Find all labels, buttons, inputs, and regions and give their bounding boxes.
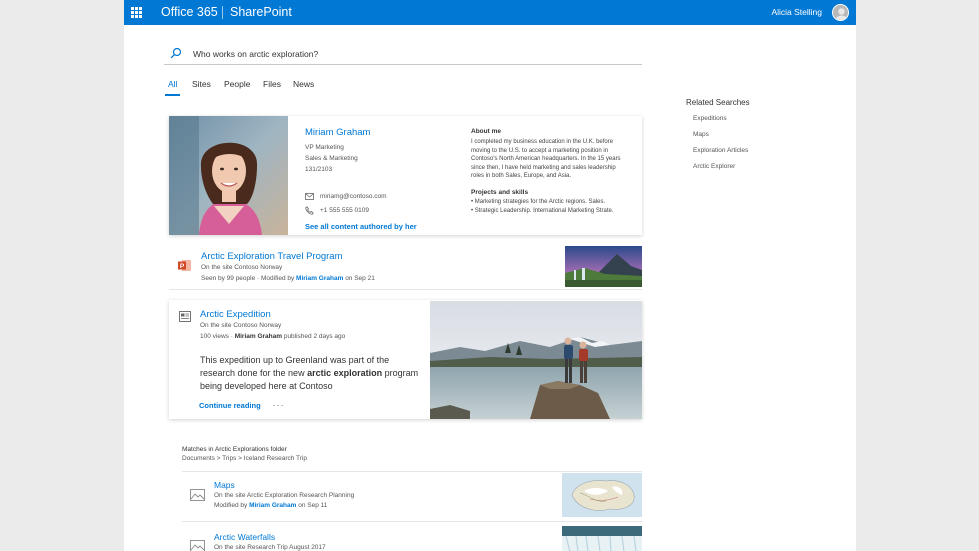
sharepoint-page: Office 365 SharePoint Alicia Stelling Al… [124, 0, 856, 551]
result-thumbnail[interactable] [565, 246, 642, 287]
file-title[interactable]: Arctic Waterfalls [214, 532, 514, 542]
app-launcher-icon[interactable] [124, 0, 149, 25]
person-email-row[interactable]: miriamg@contoso.com [305, 189, 465, 203]
search-icon[interactable] [170, 47, 182, 59]
search-result-row[interactable]: P Arctic Exploration Travel Program On t… [169, 243, 642, 290]
continue-reading-link[interactable]: Continue reading [199, 401, 261, 410]
result-text: Arctic Exploration Travel Program On the… [201, 251, 541, 284]
person-email: miriamg@contoso.com [320, 192, 387, 200]
news-icon [179, 311, 191, 322]
news-actions: Continue reading ··· [199, 400, 285, 410]
divider [182, 471, 642, 472]
related-searches-title: Related Searches [686, 98, 750, 107]
file-text: Maps On the site Arctic Exploration Rese… [214, 480, 514, 511]
image-file-icon [190, 489, 205, 501]
file-text: Arctic Waterfalls On the site Research T… [214, 532, 514, 551]
folder-matches-header: Matches in Arctic Explorations folder Do… [182, 446, 307, 462]
user-name[interactable]: Alicia Stelling [771, 0, 822, 25]
news-site: On the site Contoso Norway [200, 322, 282, 329]
file-thumbnail[interactable] [562, 473, 642, 517]
related-search-link[interactable]: Exploration Articles [693, 147, 836, 163]
person-office: 131/2103 [305, 166, 333, 173]
tab-news[interactable]: News [293, 78, 314, 96]
app-name[interactable]: SharePoint [230, 0, 292, 25]
person-department: Sales & Marketing [305, 155, 358, 162]
phone-icon [305, 205, 314, 215]
person-details: Miriam Graham VP Marketing Sales & Marke… [305, 127, 465, 231]
person-phone: +1 555 555 0109 [320, 206, 369, 214]
news-summary: This expedition up to Greenland was part… [200, 355, 419, 391]
skills-title: Projects and skills [471, 188, 529, 196]
breadcrumb[interactable]: Documents > Trips > Iceland Research Tri… [182, 455, 307, 462]
related-search-link[interactable]: Arctic Explorer [693, 163, 836, 179]
person-name[interactable]: Miriam Graham [305, 127, 465, 138]
about-section: About me I completed my business educati… [471, 128, 629, 215]
tab-people[interactable]: People [224, 78, 250, 96]
about-line: roles in both Sales, Europe, and Asia. [471, 173, 572, 180]
related-search-link[interactable]: Maps [693, 131, 836, 147]
about-line: I completed my business education in the… [471, 139, 614, 145]
result-author-link[interactable]: Miriam Graham [296, 275, 343, 282]
file-title[interactable]: Maps [214, 480, 514, 490]
office-365-brand[interactable]: Office 365 [161, 0, 218, 25]
news-title[interactable]: Arctic Expedition [200, 309, 420, 320]
file-thumbnail[interactable] [562, 526, 642, 551]
news-card[interactable]: Arctic Expedition On the site Contoso No… [169, 300, 642, 419]
news-meta: 100 views · Miriam Graham published 2 da… [200, 333, 346, 340]
file-meta: Modified by Miriam Graham on Sep 11 [214, 502, 328, 509]
person-photo[interactable] [169, 116, 288, 235]
svg-text:P: P [180, 263, 185, 270]
person-card[interactable]: Miriam Graham VP Marketing Sales & Marke… [169, 116, 642, 235]
user-avatar[interactable] [832, 4, 849, 21]
result-title[interactable]: Arctic Exploration Travel Program [201, 251, 541, 262]
image-file-icon [190, 540, 205, 551]
about-title: About me [471, 128, 501, 135]
folder-matches-title: Matches in Arctic Explorations folder [182, 446, 287, 453]
search-input[interactable] [193, 46, 633, 62]
news-image[interactable] [430, 301, 642, 419]
file-result-row[interactable]: Maps On the site Arctic Exploration Rese… [182, 473, 642, 521]
search-box [164, 44, 642, 65]
suite-bar: Office 365 SharePoint Alicia Stelling [124, 0, 856, 25]
tab-files[interactable]: Files [263, 78, 281, 96]
person-phone-row[interactable]: +1 555 555 0109 [305, 203, 465, 217]
related-search-link[interactable]: Expeditions [693, 115, 836, 131]
tab-all[interactable]: All [164, 78, 182, 96]
related-searches: Related Searches Expeditions Maps Explor… [686, 98, 836, 179]
about-line: moving to the U.S. to accept a marketing… [471, 147, 609, 154]
about-line: Contoso's North American headquarters. I… [471, 156, 621, 163]
result-meta: Seen by 99 people · Modified by Miriam G… [201, 275, 375, 282]
news-author[interactable]: Miriam Graham [235, 333, 282, 340]
about-line: since then, I have held marketing and sa… [471, 164, 616, 171]
file-site: On the site Arctic Exploration Research … [214, 492, 355, 499]
mail-icon [305, 192, 314, 200]
tab-sites[interactable]: Sites [192, 78, 211, 96]
divider [182, 521, 642, 522]
person-job-title: VP Marketing [305, 144, 344, 151]
file-result-row[interactable]: Arctic Waterfalls On the site Research T… [182, 525, 642, 551]
more-options-icon[interactable]: ··· [273, 400, 285, 410]
skill-item: • Strategic Leadership. International Ma… [471, 207, 614, 214]
powerpoint-icon: P [178, 260, 191, 271]
news-text: Arctic Expedition On the site Contoso No… [200, 309, 420, 393]
file-author-link[interactable]: Miriam Graham [249, 502, 296, 509]
result-site: On the site Contoso Norway [201, 264, 283, 271]
skill-item: • Marketing strategies for the Arctic re… [471, 198, 606, 205]
see-all-content-link[interactable]: See all content authored by her [305, 222, 465, 231]
file-site: On the site Research Trip August 2017 [214, 544, 326, 551]
brand-divider [222, 6, 223, 19]
